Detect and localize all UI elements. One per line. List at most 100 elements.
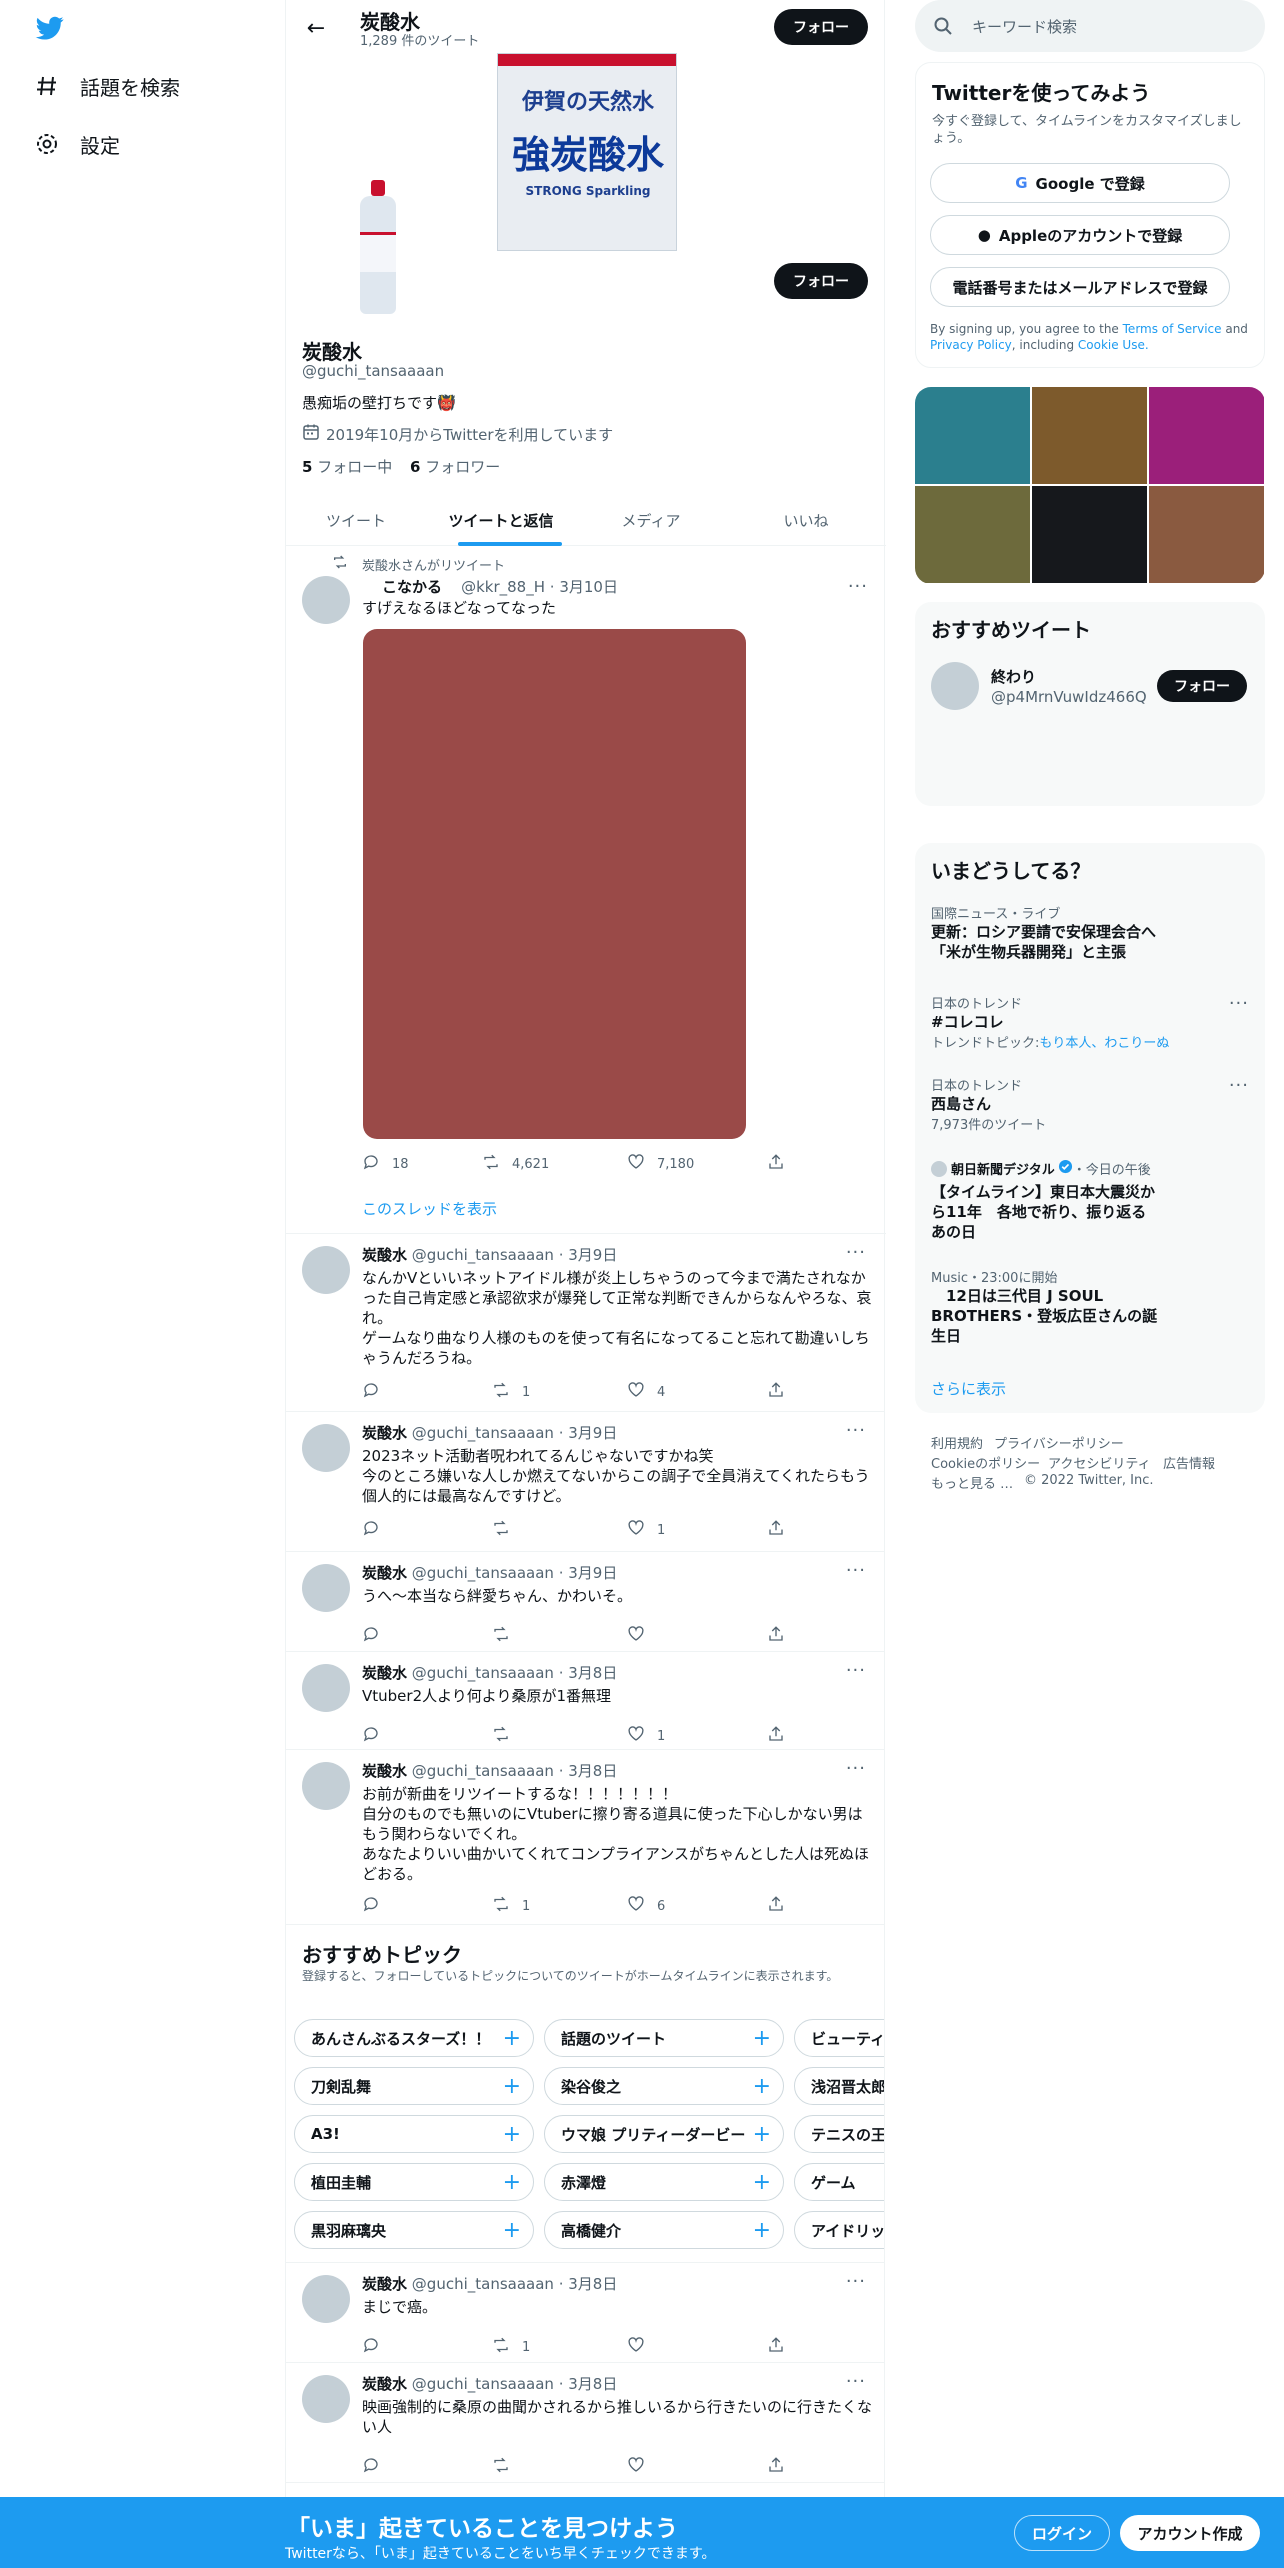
topic-pill[interactable]: アイドリッシュセブン xyxy=(794,2211,884,2249)
tweet-date[interactable]: 3月10日 xyxy=(559,578,618,596)
profile-avatar[interactable] xyxy=(352,180,404,318)
tweet-author-handle[interactable]: @guchi_tansaaaan xyxy=(412,2375,554,2393)
tweet-date[interactable]: 3月8日 xyxy=(568,2375,617,2393)
tweet-author-name[interactable]: 炭酸水 xyxy=(362,1762,407,1780)
like-button[interactable]: 4 xyxy=(627,1382,665,1402)
plus-icon[interactable]: + xyxy=(503,2074,521,2099)
footer-more-link[interactable]: もっと見る … xyxy=(931,1473,1013,1492)
tweet[interactable]: 炭酸水 @guchi_tansaaaan · 3月8日 ··· Vtuber2人より… xyxy=(286,1652,884,1750)
media-thumbnail[interactable] xyxy=(1149,486,1264,583)
reply-button[interactable] xyxy=(362,1520,392,1540)
login-button[interactable]: ログイン xyxy=(1014,2515,1110,2551)
avatar[interactable] xyxy=(302,1564,350,1612)
tab-tweets[interactable]: ツイート xyxy=(286,494,426,546)
topic-pill[interactable]: 黒羽麻璃央 + xyxy=(294,2211,534,2249)
tab-likes[interactable]: いいね xyxy=(726,494,886,546)
like-button[interactable]: 1 xyxy=(627,1520,665,1540)
tweet-author-name[interactable]: 炭酸水 xyxy=(362,2275,407,2293)
google-signup-button[interactable]: G Google で登録 xyxy=(930,163,1230,203)
more-icon[interactable]: ··· xyxy=(1229,1075,1249,1096)
profile-banner-image[interactable]: 伊賀の天然水 強炭酸水 STRONG Sparkling xyxy=(497,53,677,251)
share-button[interactable] xyxy=(767,1154,797,1174)
footer-terms-link[interactable]: 利用規約 xyxy=(931,1433,983,1452)
tweet-author-name[interactable]: 炭酸水 xyxy=(362,1564,407,1582)
retweet-button[interactable] xyxy=(492,1520,522,1540)
trend-item[interactable]: 日本のトレンド #コレコレ トレンドトピック:もり本人、わこりーぬ xyxy=(931,993,1241,1051)
apple-signup-button[interactable]: ● Appleのアカウントで登録 xyxy=(930,215,1230,255)
reply-button[interactable] xyxy=(362,1382,392,1402)
nav-settings[interactable]: 設定 xyxy=(34,124,120,164)
twitter-logo-icon[interactable] xyxy=(34,14,66,42)
tab-tweets-and-replies[interactable]: ツイートと返信 xyxy=(426,494,576,546)
tweet-date[interactable]: 3月8日 xyxy=(568,2275,617,2293)
avatar[interactable] xyxy=(302,576,350,624)
terms-link[interactable]: Terms of Service xyxy=(1123,322,1222,336)
tweet-author-name[interactable]: こなかる xyxy=(382,578,442,596)
share-button[interactable] xyxy=(767,2337,797,2357)
tweet-author-name[interactable]: 炭酸水 xyxy=(362,2375,407,2393)
plus-icon[interactable]: + xyxy=(503,2218,521,2243)
topic-pill[interactable]: 植田圭輔 + xyxy=(294,2163,534,2201)
rec-follow-button[interactable]: フォロー xyxy=(1157,670,1247,702)
retweet-button[interactable]: 1 xyxy=(492,1382,530,1402)
tweet-date[interactable]: 3月9日 xyxy=(568,1246,617,1264)
topic-pill[interactable]: テニスの王子様 xyxy=(794,2115,884,2153)
footer-accessibility-link[interactable]: アクセシビリティ xyxy=(1048,1453,1151,1472)
media-thumbnail[interactable] xyxy=(1149,387,1264,484)
tweet-author-name[interactable]: 炭酸水 xyxy=(362,1246,407,1264)
footer-ads-link[interactable]: 広告情報 xyxy=(1163,1453,1215,1472)
privacy-link[interactable]: Privacy Policy xyxy=(930,338,1012,352)
followers-link[interactable]: 6 フォロワー xyxy=(410,456,500,477)
more-icon[interactable]: ··· xyxy=(848,576,868,597)
topic-pill[interactable]: ゲーム xyxy=(794,2163,884,2201)
share-button[interactable] xyxy=(767,1520,797,1540)
rec-user-name[interactable]: 終わり xyxy=(991,666,1036,687)
like-button[interactable] xyxy=(627,2337,657,2357)
tweet[interactable]: 炭酸水 @guchi_tansaaaan · 3月9日 ··· なんかVといいネット… xyxy=(286,1234,884,1412)
tweet-author-handle[interactable]: @guchi_tansaaaan xyxy=(412,1246,554,1264)
share-button[interactable] xyxy=(767,1626,797,1646)
topic-pill[interactable]: A3! + xyxy=(294,2115,534,2153)
trend-item[interactable]: 国際ニュース・ライブ 更新：ロシア要請で安保理会合へ 「米が生物兵器開発」と主張 xyxy=(931,903,1241,962)
like-button[interactable]: 6 xyxy=(627,1896,665,1916)
topic-pill[interactable]: 染谷俊之 + xyxy=(544,2067,784,2105)
show-thread-link[interactable]: このスレッドを表示 xyxy=(362,1198,497,1219)
retweet-button[interactable] xyxy=(492,1626,522,1646)
more-icon[interactable]: ··· xyxy=(846,1758,866,1779)
more-icon[interactable]: ··· xyxy=(846,2371,866,2392)
tweet[interactable]: 炭酸水 @guchi_tansaaaan · 3月8日 ··· まじで癌。 1 xyxy=(286,2263,884,2363)
reply-button[interactable] xyxy=(362,1726,392,1746)
topic-pill[interactable]: ウマ娘 プリティーダービー + xyxy=(544,2115,784,2153)
avatar[interactable] xyxy=(931,662,979,710)
tweet-author-name[interactable]: 炭酸水 xyxy=(362,1424,407,1442)
header-follow-button[interactable]: フォロー xyxy=(774,9,868,45)
plus-icon[interactable]: + xyxy=(753,2218,771,2243)
more-icon[interactable]: ··· xyxy=(1229,993,1249,1014)
more-icon[interactable]: ··· xyxy=(846,1660,866,1681)
more-icon[interactable]: ··· xyxy=(846,2271,866,2292)
avatar[interactable] xyxy=(302,1424,350,1472)
plus-icon[interactable]: + xyxy=(503,2170,521,2195)
plus-icon[interactable]: + xyxy=(753,2122,771,2147)
avatar[interactable] xyxy=(302,1664,350,1712)
trend-item[interactable]: Music・23:00に開始 12日は三代目 J SOUL BROTHERS・登… xyxy=(931,1267,1241,1346)
plus-icon[interactable]: + xyxy=(753,2170,771,2195)
like-button[interactable]: 7,180 xyxy=(627,1154,694,1174)
reply-button[interactable]: 18 xyxy=(362,1154,409,1174)
topic-pill[interactable]: 赤澤燈 + xyxy=(544,2163,784,2201)
tweet[interactable]: 炭酸水 @guchi_tansaaaan · 3月9日 ··· 2023ネット活動者… xyxy=(286,1412,884,1552)
retweet-button[interactable]: 4,621 xyxy=(482,1154,549,1174)
topic-pill[interactable]: ビューティー xyxy=(794,2019,884,2057)
search-input[interactable]: キーワード検索 xyxy=(972,16,1077,37)
media-thumbnail[interactable] xyxy=(915,486,1030,583)
phone-signup-button[interactable]: 電話番号またはメールアドレスで登録 xyxy=(930,267,1230,307)
like-button[interactable] xyxy=(627,2457,657,2477)
rec-user-handle[interactable]: @p4MrnVuwIdz466Q xyxy=(991,688,1147,706)
like-button[interactable]: 1 xyxy=(627,1726,665,1746)
tweet-date[interactable]: 3月8日 xyxy=(568,1664,617,1682)
reply-button[interactable] xyxy=(362,1896,392,1916)
media-thumbnail[interactable] xyxy=(1032,387,1147,484)
tweet[interactable]: 炭酸水 @guchi_tansaaaan · 3月9日 ··· うへ〜本当なら絆愛ち… xyxy=(286,1552,884,1652)
tweet[interactable]: 炭酸水 @guchi_tansaaaan · 3月8日 ··· お前が新曲をリツイー… xyxy=(286,1750,884,1925)
retweet-button[interactable] xyxy=(492,1726,522,1746)
